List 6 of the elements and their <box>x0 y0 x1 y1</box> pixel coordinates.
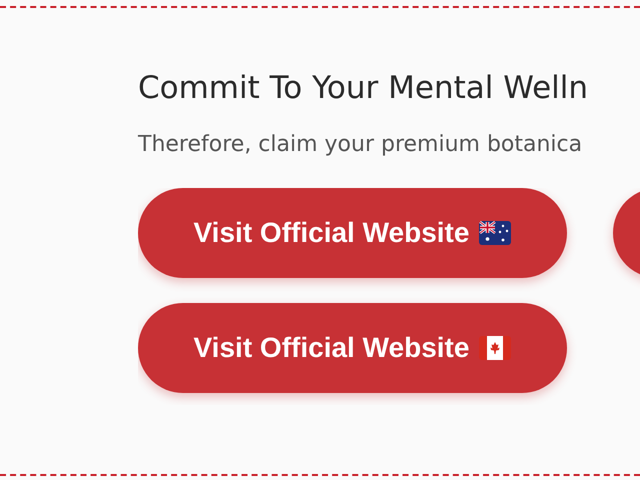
section-heading: Commit To Your Mental Welln <box>138 69 590 108</box>
visit-website-button[interactable]: Visit Official Website <box>138 303 567 393</box>
visit-website-button[interactable]: Visit Official Website <box>138 188 567 278</box>
canada-flag-icon <box>479 336 512 360</box>
australia-flag-icon <box>479 221 512 245</box>
body-text: Therefore, claim your premium botanica <box>138 131 584 159</box>
